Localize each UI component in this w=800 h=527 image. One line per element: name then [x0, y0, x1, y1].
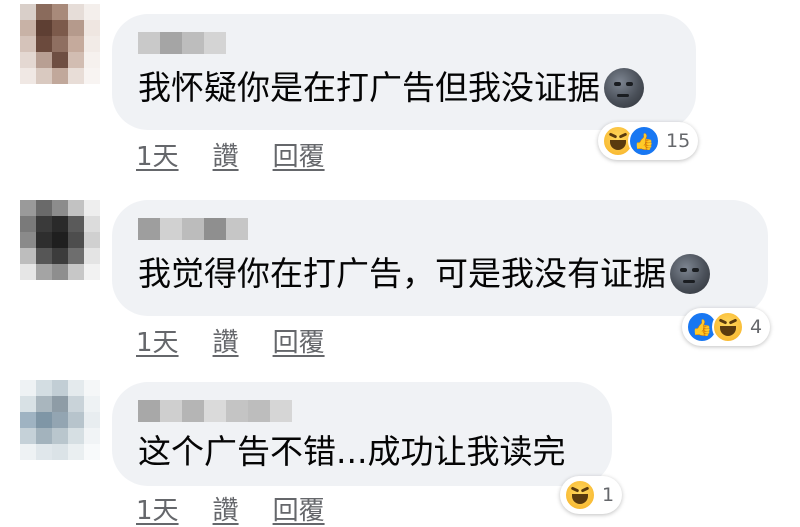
- comment-text: 我觉得你在打广告，可是我没有证据: [138, 252, 744, 296]
- comment-text: 这个广告不错...成功让我读完: [138, 432, 566, 471]
- comment-bubble: 我觉得你在打广告，可是我没有证据: [112, 200, 768, 316]
- reaction-count: 1: [602, 484, 615, 506]
- like-icon: 👍: [628, 125, 660, 157]
- comment-actions: 1天 讚 回覆: [136, 490, 325, 527]
- comment-actions: 1天 讚 回覆: [136, 136, 325, 173]
- reaction-count: 15: [666, 130, 691, 152]
- avatar[interactable]: [20, 4, 100, 84]
- avatar[interactable]: [20, 200, 100, 280]
- new-moon-face-icon: [670, 254, 710, 294]
- comment-bubble: 这个广告不错...成功让我读完: [112, 382, 612, 486]
- reaction-count: 4: [750, 316, 763, 338]
- timestamp-link[interactable]: 1天: [136, 322, 179, 359]
- timestamp-link[interactable]: 1天: [136, 490, 179, 527]
- author-name-blurred[interactable]: [138, 400, 588, 422]
- comment-bubble: 我怀疑你是在打广告但我没证据: [112, 14, 696, 130]
- reply-button[interactable]: 回覆: [273, 136, 325, 173]
- like-button[interactable]: 讚: [213, 136, 239, 173]
- like-button[interactable]: 讚: [213, 490, 239, 527]
- reaction-summary[interactable]: 👍 15: [598, 122, 699, 160]
- avatar[interactable]: [20, 380, 100, 460]
- author-name-blurred[interactable]: [138, 32, 672, 54]
- haha-icon: [712, 311, 744, 343]
- haha-icon: [564, 479, 596, 511]
- reaction-summary[interactable]: 👍 4: [682, 308, 771, 346]
- reply-button[interactable]: 回覆: [273, 490, 325, 527]
- author-name-blurred[interactable]: [138, 218, 744, 240]
- reaction-summary[interactable]: 1: [560, 476, 623, 514]
- comment-actions: 1天 讚 回覆: [136, 322, 325, 359]
- comment-text: 我怀疑你是在打广告但我没证据: [138, 66, 672, 110]
- reply-button[interactable]: 回覆: [273, 322, 325, 359]
- like-button[interactable]: 讚: [213, 322, 239, 359]
- new-moon-face-icon: [604, 68, 644, 108]
- timestamp-link[interactable]: 1天: [136, 136, 179, 173]
